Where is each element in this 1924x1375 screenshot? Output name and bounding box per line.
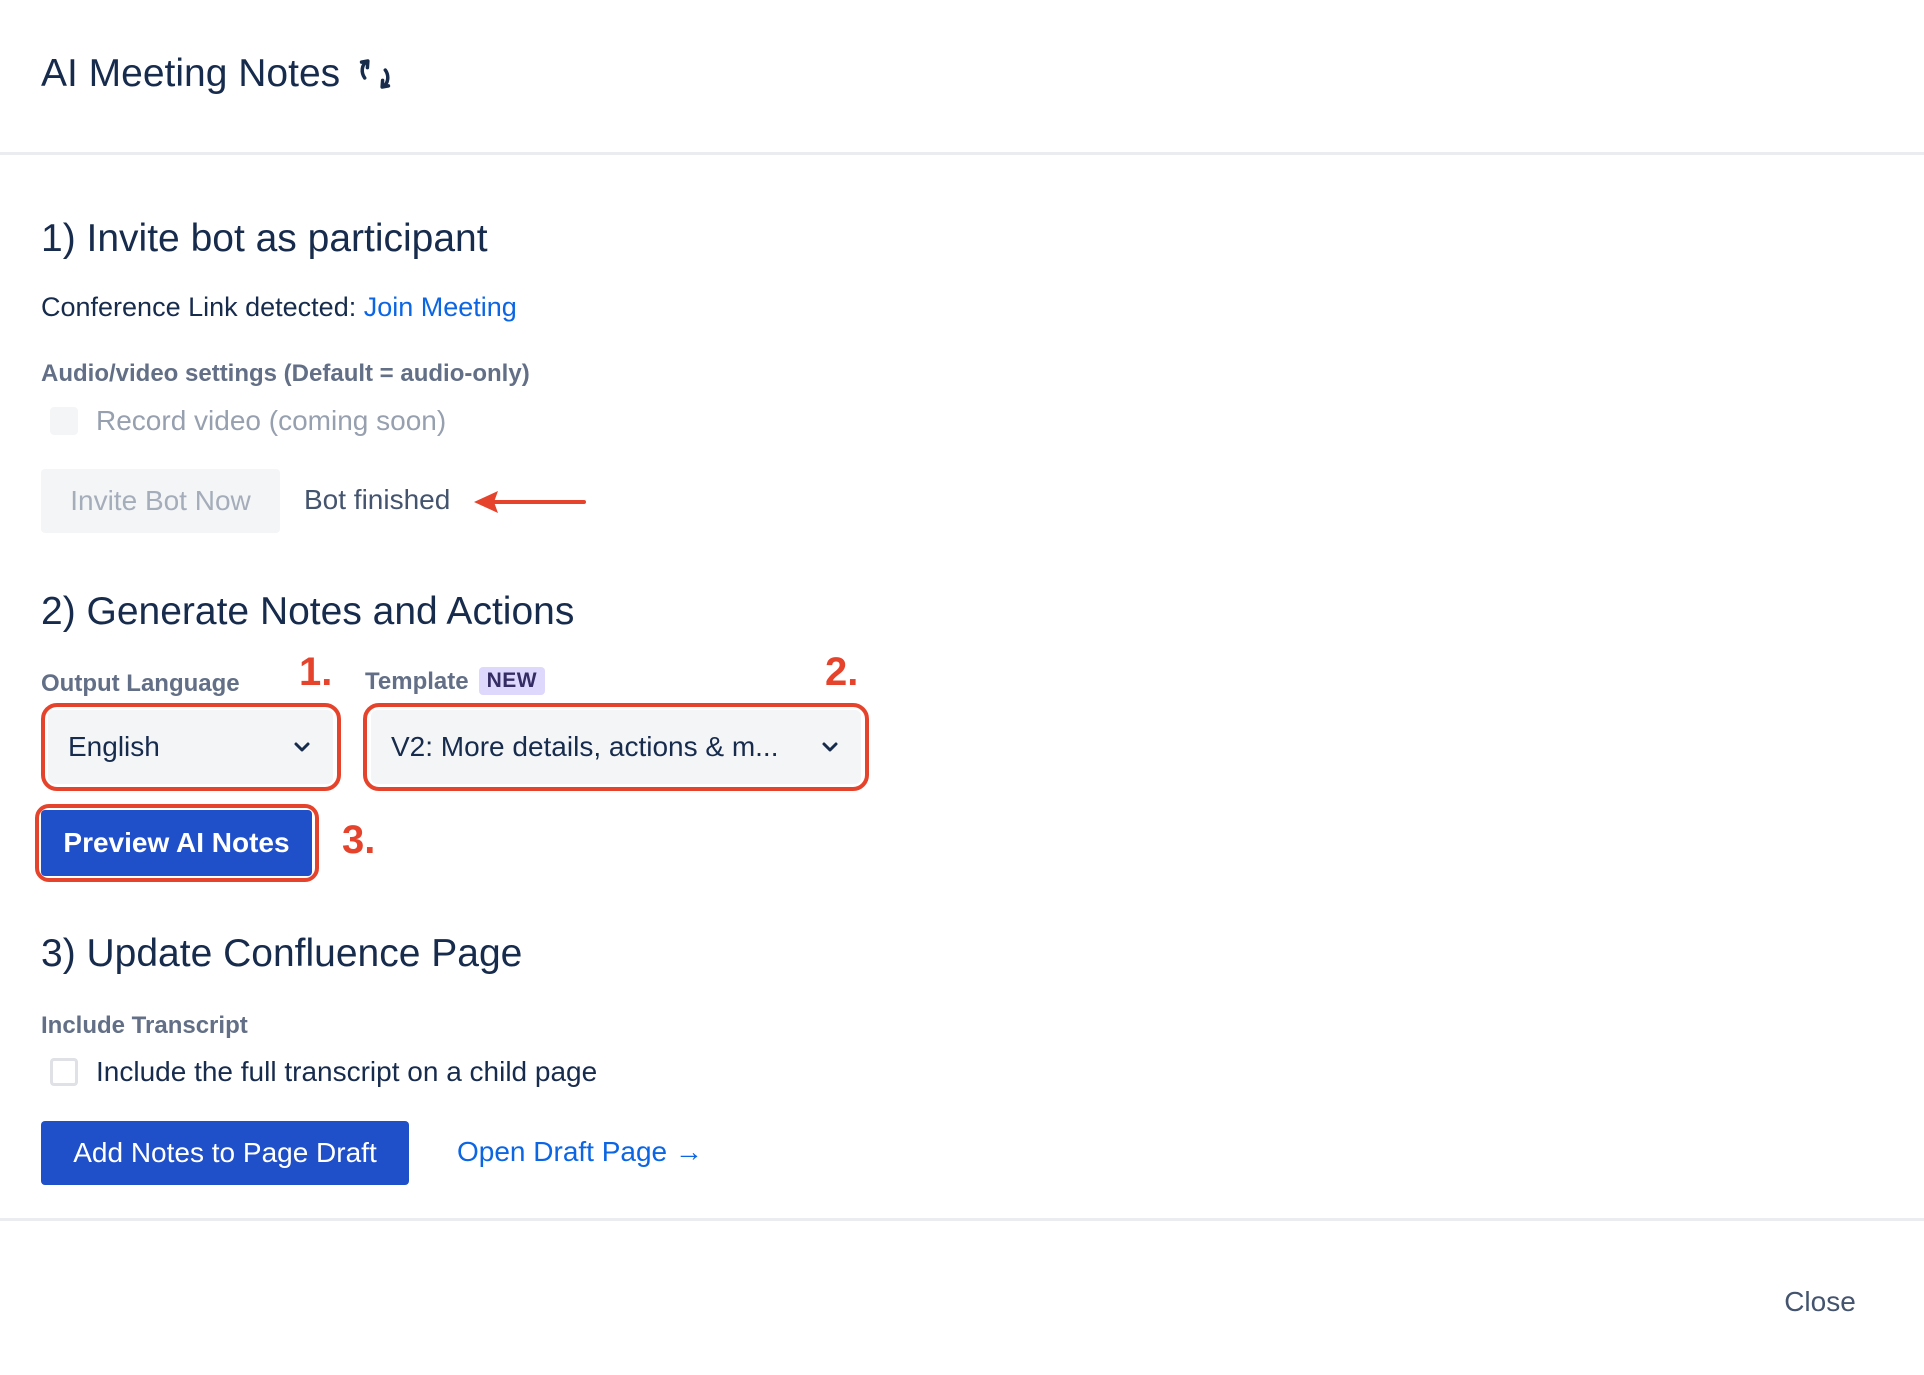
annotation-step-3: 3. xyxy=(342,818,376,862)
transcript-checkbox[interactable] xyxy=(50,1058,78,1086)
modal-title: AI Meeting Notes xyxy=(41,52,341,95)
open-draft-link[interactable]: Open Draft Page → xyxy=(457,1136,703,1168)
section3-heading: 3) Update Confluence Page xyxy=(41,932,523,975)
av-settings-label: Audio/video settings (Default = audio-on… xyxy=(41,360,530,387)
invite-bot-button[interactable]: Invite Bot Now xyxy=(41,469,280,533)
record-video-label: Record video (coming soon) xyxy=(96,405,447,436)
include-transcript-label: Include Transcript xyxy=(41,1012,248,1039)
modal-title-row: AI Meeting Notes xyxy=(41,52,394,96)
transcript-row: Include the full transcript on a child p… xyxy=(50,1056,597,1088)
record-video-row: Record video (coming soon) xyxy=(50,405,446,437)
record-video-checkbox[interactable] xyxy=(50,407,78,435)
template-label-row: Template NEW xyxy=(365,667,546,696)
transcript-checkbox-label: Include the full transcript on a child p… xyxy=(96,1056,598,1087)
refresh-icon[interactable] xyxy=(356,55,394,93)
conference-link-prefix: Conference Link detected: xyxy=(41,292,357,322)
close-button[interactable]: Close xyxy=(1768,1280,1872,1324)
annotation-arrow-icon xyxy=(474,491,586,513)
bot-status: Bot finished xyxy=(304,484,451,515)
annotation-box-preview xyxy=(35,804,319,882)
annotation-step-2: 2. xyxy=(825,650,859,694)
section2-heading: 2) Generate Notes and Actions xyxy=(41,590,575,633)
annotation-box-language xyxy=(41,703,341,791)
conference-link-row: Conference Link detected: Join Meeting xyxy=(41,292,517,323)
section1-heading: 1) Invite bot as participant xyxy=(41,217,488,260)
annotation-box-template xyxy=(363,703,869,791)
annotation-step-1: 1. xyxy=(299,650,333,694)
add-notes-button[interactable]: Add Notes to Page Draft xyxy=(41,1121,409,1185)
modal-header: AI Meeting Notes xyxy=(0,0,1924,155)
output-language-label: Output Language xyxy=(41,670,240,697)
footer-divider xyxy=(0,1218,1924,1221)
template-label: Template xyxy=(365,668,469,695)
join-meeting-link[interactable]: Join Meeting xyxy=(364,292,517,322)
new-badge: NEW xyxy=(478,667,546,695)
